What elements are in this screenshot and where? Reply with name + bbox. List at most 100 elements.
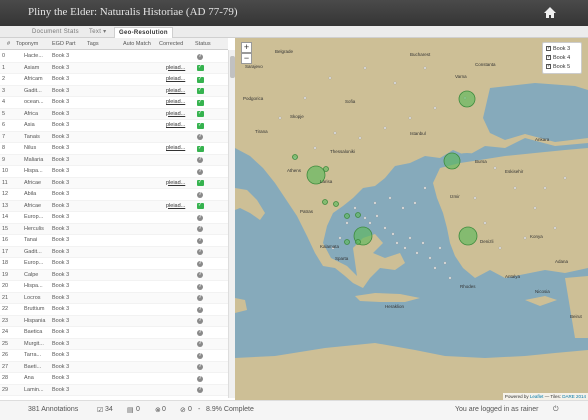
checkbox-icon[interactable] (546, 62, 551, 70)
unchecked-status-icon[interactable] (197, 134, 203, 141)
table-row[interactable]: 1 Asiam Book 3 pleiad... (0, 62, 228, 75)
table-row[interactable]: 22 Bruttium Book 3 (0, 304, 228, 316)
row-egd-part: Book 3 (52, 145, 70, 151)
table-row[interactable]: 20 Hispa... Book 3 (0, 281, 228, 293)
zoom-in-button[interactable]: + (241, 42, 252, 53)
table-row[interactable]: 5 Africa Book 3 pleiad... (0, 108, 228, 121)
row-egd-part: Book 3 (52, 329, 70, 335)
row-index: 18 (2, 260, 9, 266)
unchecked-status-icon[interactable] (197, 53, 203, 60)
col-header-auto-match[interactable]: Auto Match (123, 41, 151, 47)
table-row[interactable]: 3 Gadit... Book 3 pleiad... (0, 85, 228, 98)
row-corrected-link[interactable]: pleiad... (166, 109, 190, 121)
unchecked-status-icon[interactable] (197, 237, 203, 244)
leaflet-link[interactable]: Leaflet (530, 394, 544, 399)
unchecked-status-icon[interactable] (197, 191, 203, 198)
table-row[interactable]: 28 Ana Book 3 (0, 373, 228, 385)
row-corrected-link[interactable]: pleiad... (166, 74, 190, 86)
table-row[interactable]: 15 Herculis Book 3 (0, 223, 228, 235)
unchecked-status-icon[interactable] (197, 295, 203, 302)
unchecked-status-icon[interactable] (197, 226, 203, 233)
unchecked-status-icon[interactable] (197, 214, 203, 221)
unchecked-status-icon[interactable] (197, 283, 203, 290)
row-toponym: Herculis (24, 225, 44, 232)
legend-book-4[interactable]: Book 4 (546, 53, 570, 62)
table-row[interactable]: 26 Tarra... Book 3 (0, 350, 228, 362)
unchecked-status-icon[interactable] (197, 260, 203, 267)
unchecked-status-icon[interactable] (197, 387, 203, 394)
unchecked-status-icon[interactable] (197, 341, 203, 348)
map-view[interactable]: Sofia Athens Ankara Istanbul Antalya Bei… (235, 38, 588, 400)
legend-book-3[interactable]: Book 3 (546, 44, 570, 53)
home-icon[interactable] (543, 6, 557, 20)
verified-status-icon[interactable] (197, 122, 204, 129)
legend-book-5[interactable]: Book 5 (546, 62, 570, 71)
unchecked-status-icon[interactable] (197, 168, 203, 175)
table-row[interactable]: 18 Europ... Book 3 (0, 258, 228, 270)
row-corrected-link[interactable]: pleiad... (166, 120, 190, 132)
table-row[interactable]: 19 Calpe Book 3 (0, 269, 228, 281)
verified-status-icon[interactable] (197, 65, 204, 72)
table-row[interactable]: 12 Abila Book 3 (0, 189, 228, 201)
zoom-out-button[interactable]: − (241, 53, 252, 64)
col-header-tags[interactable]: Tags (87, 41, 99, 47)
unchecked-status-icon[interactable] (197, 157, 203, 164)
col-header-status[interactable]: Status (195, 41, 211, 47)
table-row[interactable]: 29 Lamin... Book 3 (0, 384, 228, 396)
checkbox-icon[interactable] (546, 44, 551, 52)
col-header-egd-part[interactable]: EGD Part (52, 41, 76, 47)
verified-status-icon[interactable] (197, 99, 204, 106)
unchecked-status-icon[interactable] (197, 375, 203, 382)
verified-status-icon[interactable] (197, 203, 204, 210)
verified-status-icon[interactable] (197, 88, 204, 95)
table-row[interactable]: 25 Murgit... Book 3 (0, 338, 228, 350)
table-row[interactable]: 13 Africae Book 3 pleiad... (0, 200, 228, 213)
verified-status-icon[interactable] (197, 145, 204, 152)
table-row[interactable]: 21 Locros Book 3 (0, 292, 228, 304)
table-row[interactable]: 17 Gadit... Book 3 (0, 246, 228, 258)
unchecked-status-icon[interactable] (197, 329, 203, 336)
unchecked-status-icon[interactable] (197, 272, 203, 279)
table-row[interactable]: 10 Hispa... Book 3 (0, 166, 228, 178)
row-corrected-link[interactable]: pleiad... (166, 143, 190, 155)
table-row[interactable]: 14 Europ... Book 3 (0, 212, 228, 224)
table-row[interactable]: 27 Baeti... Book 3 (0, 361, 228, 373)
table-row[interactable]: 4 ocean... Book 3 pleiad... (0, 97, 228, 109)
table-scrollbar[interactable] (228, 50, 235, 398)
tiles-link[interactable]: DARE 2014 (562, 394, 586, 399)
row-egd-part: Book 3 (52, 317, 70, 324)
row-corrected-link[interactable]: pleiad... (166, 63, 190, 75)
col-header-index[interactable]: # (7, 41, 10, 47)
table-row[interactable]: 7 Tanais Book 3 (0, 131, 228, 143)
verified-status-icon[interactable] (197, 180, 204, 187)
checkbox-icon[interactable] (546, 53, 551, 61)
table-row[interactable]: 0 Hacte... Book 3 (0, 51, 228, 63)
table-row[interactable]: 16 Tanai Book 3 (0, 235, 228, 247)
tab-geo-resolution[interactable]: Geo-Resolution (114, 27, 173, 38)
map-canvas[interactable]: Sofia Athens Ankara Istanbul Antalya Bei… (235, 38, 588, 400)
power-icon[interactable]: ⏻ (553, 406, 559, 414)
row-corrected-link[interactable]: pleiad... (166, 97, 190, 109)
unchecked-status-icon[interactable] (197, 306, 203, 313)
table-row[interactable]: 2 Africam Book 3 pleiad... (0, 74, 228, 86)
table-row[interactable]: 9 Maliaria Book 3 (0, 154, 228, 166)
row-corrected-link[interactable]: pleiad... (166, 201, 190, 213)
col-header-corrected[interactable]: Corrected (159, 41, 183, 47)
tab-document-stats[interactable]: Document Stats (28, 27, 83, 38)
table-row[interactable]: 24 Baetica Book 3 (0, 327, 228, 339)
verified-status-icon[interactable] (197, 76, 204, 83)
table-row[interactable]: 11 Africae Book 3 pleiad... (0, 177, 228, 190)
unchecked-status-icon[interactable] (197, 318, 203, 325)
unchecked-status-icon[interactable] (197, 352, 203, 359)
tab-text[interactable]: Text ▾ (85, 27, 110, 38)
row-corrected-link[interactable]: pleiad... (166, 178, 190, 190)
table-row[interactable]: 6 Asia Book 3 pleiad... (0, 120, 228, 132)
verified-status-icon[interactable] (197, 111, 204, 118)
table-row[interactable]: 23 Hispania Book 3 (0, 315, 228, 327)
unchecked-status-icon[interactable] (197, 364, 203, 371)
col-header-toponym[interactable]: Toponym (16, 41, 38, 47)
row-corrected-link[interactable]: pleiad... (166, 86, 190, 98)
table-row[interactable]: 8 Nilus Book 3 pleiad... (0, 143, 228, 155)
unchecked-status-icon[interactable] (197, 249, 203, 256)
row-toponym: Asiam (24, 64, 40, 71)
